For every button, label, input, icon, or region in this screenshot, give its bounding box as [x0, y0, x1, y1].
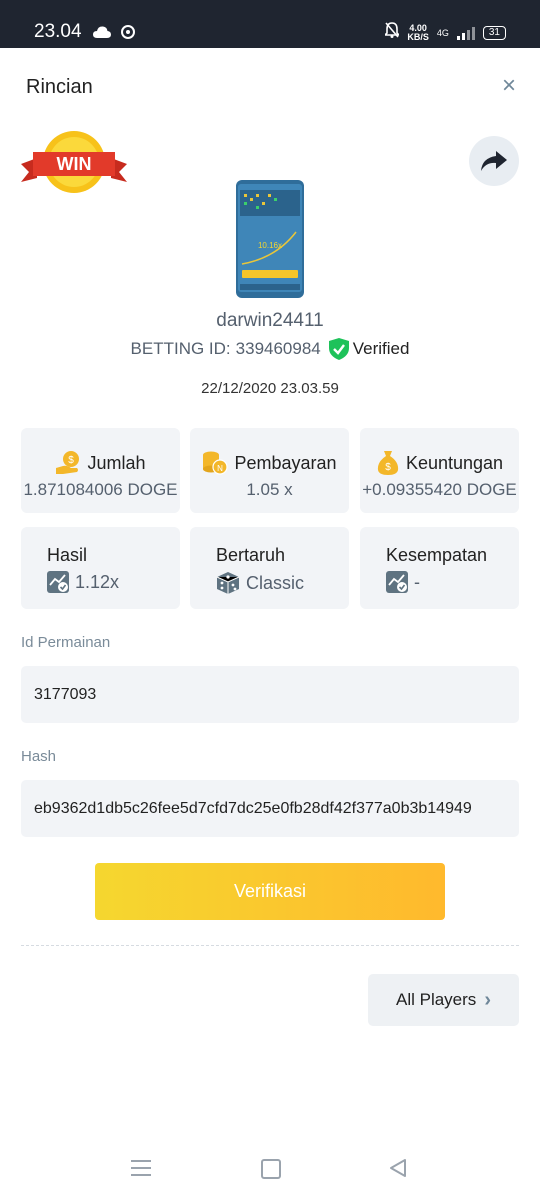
- divider: [21, 945, 519, 946]
- thumbnail-multiplier: 10.16x: [258, 241, 282, 250]
- detail-value: Classic: [246, 572, 305, 593]
- share-button[interactable]: [469, 136, 519, 186]
- coin-hand-icon: $: [56, 451, 80, 474]
- chevron-right-icon: ›: [484, 988, 491, 1011]
- dice-icon: [216, 572, 240, 594]
- detail-card-hasil: Hasil 1.12x: [21, 527, 180, 609]
- stat-value: 1.871084006 DOGE: [23, 480, 178, 499]
- hash-field[interactable]: eb9362d1db5c26fee5d7cfd7dc25e0fb28df42f3…: [21, 780, 519, 837]
- detail-card-bertaruh: Bertaruh Classic: [190, 527, 349, 609]
- detail-value: -: [414, 571, 420, 592]
- verified-badge: Verified: [328, 338, 410, 360]
- detail-label: Bertaruh: [216, 545, 286, 565]
- betting-id-row: BETTING ID: 339460984 Verified: [0, 338, 540, 360]
- detail-label: Kesempatan: [386, 545, 488, 565]
- network-speed: 4.00 KB/S: [407, 22, 429, 42]
- back-triangle-icon[interactable]: [388, 1158, 408, 1183]
- stat-label: Pembayaran: [234, 452, 337, 473]
- menu-icon[interactable]: [131, 1160, 151, 1181]
- stat-card-pembayaran: N Pembayaran 1.05 x: [190, 428, 349, 513]
- detail-value: 1.12x: [75, 571, 120, 592]
- stat-value: 1.05 x: [246, 480, 293, 499]
- chart-check-icon: [47, 571, 69, 593]
- coin-stack-icon: N: [203, 451, 229, 475]
- money-bag-icon: $: [377, 451, 399, 475]
- detail-label: Hasil: [47, 545, 88, 565]
- svg-text:N: N: [218, 464, 224, 473]
- stat-card-jumlah: $ Jumlah 1.871084006 DOGE: [21, 428, 180, 513]
- stat-card-keuntungan: $ Keuntungan +0.09355420 DOGE: [360, 428, 519, 513]
- page-title: Rincian: [26, 76, 93, 98]
- stat-label: Jumlah: [87, 452, 146, 473]
- signal-icon: [456, 26, 475, 40]
- status-bar: 23.04 4.00 KB/S 4G 31: [0, 0, 540, 48]
- detail-card-kesempatan: Kesempatan -: [360, 527, 519, 609]
- chrome-icon: [121, 25, 135, 39]
- betting-id-value: 339460984: [235, 339, 321, 358]
- share-arrow-icon: [481, 151, 507, 171]
- system-nav-bar: [0, 1140, 540, 1200]
- stat-value: +0.09355420 DOGE: [362, 480, 517, 499]
- home-square-icon[interactable]: [261, 1159, 281, 1179]
- close-button[interactable]: ×: [499, 74, 519, 98]
- game-id-field[interactable]: 3177093: [21, 666, 519, 723]
- all-players-label: All Players: [396, 990, 477, 1009]
- hash-label: Hash: [21, 748, 57, 765]
- network-type: 4G: [436, 27, 449, 38]
- game-thumbnail: 10.16x: [236, 176, 304, 298]
- verified-label: Verified: [352, 339, 410, 358]
- cloud-icon: [93, 25, 111, 43]
- betting-id-label: BETTING ID:: [130, 339, 231, 358]
- win-badge-text: WIN: [57, 154, 92, 174]
- verify-button[interactable]: Verifikasi: [95, 863, 445, 920]
- stat-label: Keuntungan: [405, 452, 504, 473]
- game-id-label: Id Permainan: [21, 634, 111, 651]
- chart-check-icon: [386, 571, 408, 593]
- svg-text:$: $: [385, 462, 391, 473]
- battery-indicator: 31: [482, 25, 506, 40]
- all-players-button[interactable]: All Players ›: [368, 974, 519, 1026]
- win-badge: WIN: [21, 130, 127, 196]
- username: darwin24411: [216, 310, 324, 331]
- shield-check-icon: [328, 338, 349, 360]
- svg-text:$: $: [69, 455, 75, 466]
- bet-datetime: 22/12/2020 23.03.59: [201, 380, 339, 397]
- mute-bell-icon: [383, 22, 402, 43]
- status-time: 23.04: [34, 21, 82, 42]
